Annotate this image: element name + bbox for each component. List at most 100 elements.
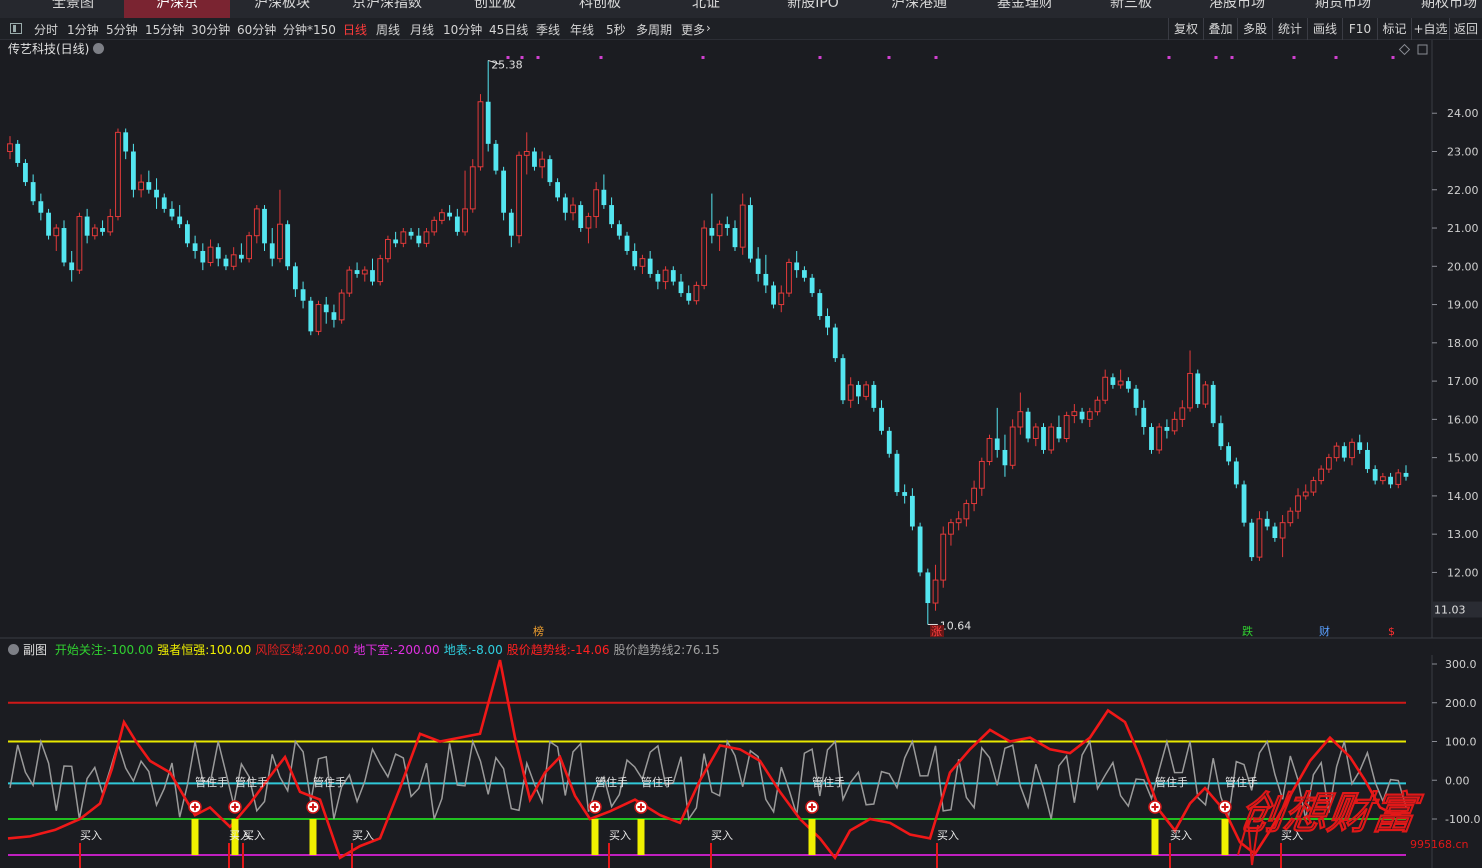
watermark-text: 创想财富 [1240,788,1425,839]
event-marker-label: 涨 [931,625,942,638]
nav-tab[interactable]: 期权市场 [1396,0,1482,18]
price-tick-label: 20.00 [1447,260,1479,273]
period-tab[interactable]: 1分钟 [67,21,99,38]
toolbar-button[interactable]: 统计 [1272,18,1307,40]
collapse-icon[interactable] [8,644,19,655]
toolbar-button[interactable]: 复权 [1168,18,1203,40]
period-tab[interactable]: 分钟*150 [283,21,336,38]
panel-toggle-icon[interactable] [10,23,22,34]
period-tab[interactable]: 5分钟 [106,21,138,38]
price-tick-label: 22.00 [1447,184,1479,197]
plus-circle-icon [306,800,320,814]
period-tab[interactable]: 30分钟 [191,21,230,38]
period-tab[interactable]: 15分钟 [145,21,184,38]
candle [1156,423,1163,454]
toolbar-button[interactable]: +自选 [1411,18,1449,40]
toolbar-button[interactable]: 叠加 [1203,18,1237,40]
candle [91,224,98,240]
price-tick-label: 12.00 [1447,566,1479,579]
candle [230,247,237,271]
signal-dot [701,56,705,59]
toolbar-button[interactable]: F10 [1342,18,1377,40]
signal-dot [934,56,938,59]
candle [200,243,206,271]
event-marker: 财 [1319,624,1330,638]
candle [925,568,931,625]
candle [53,224,60,251]
candle [1279,515,1286,558]
period-tab[interactable]: 分时 [34,21,58,38]
candle [123,128,129,160]
candle [1233,457,1239,489]
candle [1325,453,1332,473]
period-tab[interactable]: 季线 [536,21,560,38]
candle [802,266,807,282]
candle [732,220,738,251]
period-tab[interactable]: 周线 [376,21,400,38]
candle [115,128,121,221]
nav-tab[interactable]: 沪深京 [124,0,230,18]
candle [1195,369,1201,408]
buy-signal-label: 买入 [352,829,374,842]
candle [539,151,546,179]
candle [1179,400,1186,428]
candle [686,285,692,305]
nav-tab[interactable]: 沪深板块 [229,0,335,18]
candle [84,208,90,244]
diamond-icon [1398,43,1411,56]
candle [817,289,823,320]
period-tab[interactable]: 年线 [570,21,594,38]
candle [1125,377,1131,393]
candle [879,400,884,435]
candle [1025,407,1031,443]
candle [184,220,190,248]
toolbar-button[interactable]: 画线 [1307,18,1342,40]
period-tab[interactable]: 日线 [343,21,367,38]
period-tab[interactable]: 月线 [410,21,434,38]
event-marker: $ [1388,625,1395,638]
candle [277,189,283,263]
candle [1110,373,1116,389]
nav-tab[interactable]: 港股市场 [1184,0,1290,18]
nav-tab[interactable]: 创业板 [442,0,548,18]
buy-signal-label: 买入 [80,829,102,842]
toolbar-button[interactable]: 返回 [1449,18,1482,40]
nav-tab[interactable]: 新股IPO [760,0,866,18]
period-toolbar: 分时 1分钟 5分钟 15分钟 30分钟 60分钟 分钟*150 日线 周线 月线 10分钟 45日线… [0,18,1482,40]
nav-tab[interactable]: 沪深港通 [866,0,972,18]
candle [69,250,75,282]
period-tab[interactable]: 45日线 [489,21,528,38]
period-tab[interactable]: 更多 [681,21,705,38]
candle [323,296,329,324]
period-tab[interactable]: 多周期 [636,21,672,38]
period-tab[interactable]: 10分钟 [443,21,482,38]
hold-signal-label: 管住手 [1155,775,1188,789]
nav-tab[interactable]: 北证 [653,0,759,18]
candle [532,147,537,171]
nav-tab[interactable]: 期货市场 [1290,0,1396,18]
candle [632,243,638,271]
candlestick-chart[interactable]: 24.00 23.00 22.00 21.00 20.00 19.00 18.00 17.00… [0,40,1482,640]
nav-tab[interactable]: 新三板 [1078,0,1184,18]
candle [755,247,761,282]
signal-bar [591,819,599,855]
more-arrow-icon[interactable]: › [706,21,711,35]
period-tab[interactable]: 5秒 [606,21,626,38]
period-tab[interactable]: 60分钟 [237,21,276,38]
candle [1333,442,1340,462]
candle [146,170,152,194]
nav-tab[interactable]: 基金理财 [972,0,1078,18]
price-tick-label: 21.00 [1447,222,1479,235]
nav-tab[interactable]: 京沪深指数 [334,0,440,18]
candle [832,323,838,362]
nav-tab[interactable]: 科创板 [547,0,653,18]
candle [724,216,730,236]
plus-circle-icon [805,800,819,814]
toolbar-button[interactable]: 多股 [1237,18,1272,40]
nav-tab[interactable]: 全景图 [20,0,126,18]
candle [61,220,67,267]
candle [315,300,322,336]
candle [1272,522,1278,542]
candle [1210,381,1216,428]
toolbar-button[interactable]: 标记 [1377,18,1411,40]
